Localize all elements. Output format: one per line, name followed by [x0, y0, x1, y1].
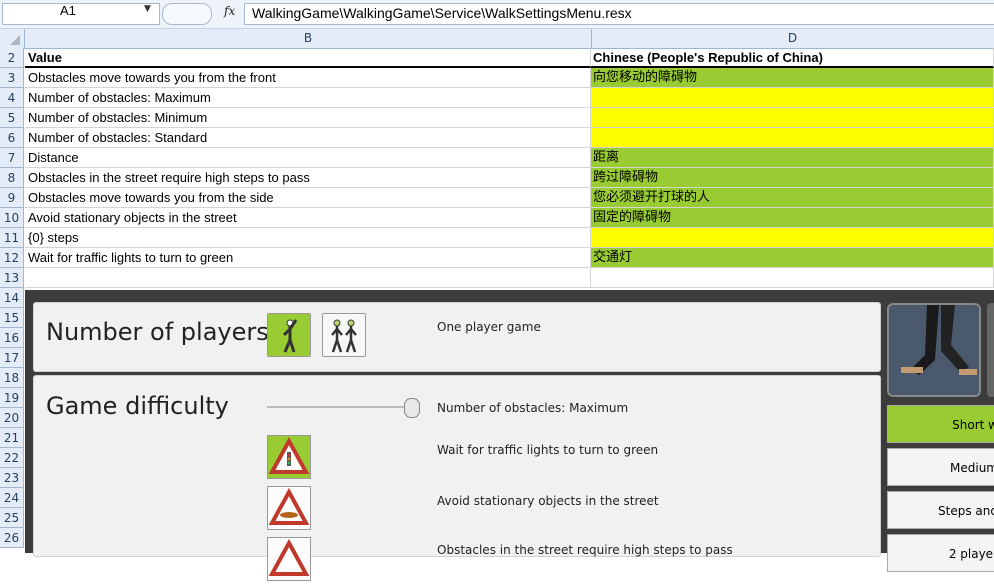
slider-label: Number of obstacles: Maximum	[437, 401, 629, 415]
walking-legs-icon	[889, 305, 979, 395]
difficulty-slider[interactable]	[267, 406, 415, 408]
chinese-cell[interactable]: 向您移动的障碍物	[591, 68, 994, 88]
row-header[interactable]: 22	[0, 448, 24, 468]
row-header[interactable]: 24	[0, 488, 24, 508]
chinese-cell[interactable]	[591, 268, 994, 288]
option-label-2: Avoid stationary objects in the street	[437, 494, 659, 508]
value-cell[interactable]: {0} steps	[25, 228, 591, 248]
formula-text: WalkingGame\WalkingGame\Service\WalkSett…	[252, 5, 632, 21]
row-header[interactable]: 10	[0, 208, 24, 228]
row-header[interactable]: 9	[0, 188, 24, 208]
column-header-b[interactable]: B	[25, 29, 592, 48]
row-header[interactable]: 23	[0, 468, 24, 488]
header-cell-value[interactable]: Value	[25, 48, 591, 68]
option-label-1: Wait for traffic lights to turn to green	[437, 443, 659, 457]
two-player-mode-button[interactable]: 2 player	[887, 534, 994, 572]
players-description: One player game	[437, 320, 541, 334]
row-header[interactable]: 20	[0, 408, 24, 428]
name-box-value: A1	[60, 3, 76, 18]
two-players-button[interactable]	[322, 313, 366, 357]
name-box-dropdown-icon[interactable]: ▼	[144, 4, 151, 14]
chinese-cell[interactable]	[591, 108, 994, 128]
chinese-cell[interactable]: 固定的障碍物	[591, 208, 994, 228]
select-all-icon	[10, 35, 20, 45]
high-steps-option[interactable]	[267, 537, 311, 581]
value-cell[interactable]: Obstacles in the street require high ste…	[25, 168, 591, 188]
steps-button[interactable]: Steps and	[887, 491, 994, 529]
insert-function-icon[interactable]: fx	[224, 4, 235, 18]
chinese-cell[interactable]: 跨过障碍物	[591, 168, 994, 188]
difficulty-slider-thumb[interactable]	[404, 398, 420, 418]
value-cell[interactable]: Wait for traffic lights to turn to green	[25, 248, 591, 268]
value-cell[interactable]: Distance	[25, 148, 591, 168]
traffic-light-option[interactable]	[267, 435, 311, 479]
row-header[interactable]: 25	[0, 508, 24, 528]
formula-bar-handle[interactable]	[162, 3, 212, 25]
row-header[interactable]: 18	[0, 368, 24, 388]
value-cell[interactable]: Avoid stationary objects in the street	[25, 208, 591, 228]
value-cell[interactable]: Number of obstacles: Minimum	[25, 108, 591, 128]
value-cell[interactable]: Number of obstacles: Standard	[25, 128, 591, 148]
chinese-cell[interactable]	[591, 88, 994, 108]
next-thumbnail[interactable]	[987, 303, 994, 397]
row-header[interactable]: 11	[0, 228, 24, 248]
chinese-cell[interactable]: 交通灯	[591, 248, 994, 268]
row-header[interactable]: 5	[0, 108, 24, 128]
name-box[interactable]	[2, 3, 160, 25]
row-header[interactable]: 21	[0, 428, 24, 448]
one-player-button[interactable]	[267, 313, 311, 357]
row-header[interactable]: 26	[0, 528, 24, 548]
row-header[interactable]: 14	[0, 288, 24, 308]
row-header[interactable]: 13	[0, 268, 24, 288]
value-cell[interactable]: Obstacles move towards you from the fron…	[25, 68, 591, 88]
row-header[interactable]: 2	[0, 48, 24, 68]
option-label-3: Obstacles in the street require high ste…	[437, 543, 733, 557]
row-header[interactable]: 8	[0, 168, 24, 188]
one-player-icon	[282, 319, 298, 353]
row-header[interactable]: 12	[0, 248, 24, 268]
value-cell[interactable]	[25, 268, 591, 288]
high-step-warning-icon	[268, 538, 310, 576]
value-cell[interactable]: Obstacles move towards you from the side	[25, 188, 591, 208]
medium-walk-button[interactable]: Medium	[887, 448, 994, 486]
chinese-cell[interactable]: 距离	[591, 148, 994, 168]
row-header[interactable]: 4	[0, 88, 24, 108]
value-cell[interactable]: Number of obstacles: Maximum	[25, 88, 591, 108]
stationary-objects-option[interactable]	[267, 486, 311, 530]
row-header[interactable]: 3	[0, 68, 24, 88]
row-header[interactable]: 17	[0, 348, 24, 368]
chinese-cell[interactable]	[591, 228, 994, 248]
difficulty-title: Game difficulty	[46, 392, 229, 420]
walking-thumbnail[interactable]	[887, 303, 981, 397]
column-header-d[interactable]: D	[591, 29, 994, 48]
row-header[interactable]: 6	[0, 128, 24, 148]
row-header[interactable]: 19	[0, 388, 24, 408]
traffic-light-warning-icon	[268, 436, 310, 474]
players-title: Number of players	[46, 318, 269, 346]
row-header[interactable]: 7	[0, 148, 24, 168]
chinese-cell[interactable]	[591, 128, 994, 148]
chinese-cell[interactable]: 您必须避开打球的人	[591, 188, 994, 208]
two-players-icon	[331, 319, 357, 353]
row-header[interactable]: 16	[0, 328, 24, 348]
row-header[interactable]: 15	[0, 308, 24, 328]
stationary-obstacle-warning-icon	[268, 487, 310, 525]
short-walk-button[interactable]: Short w	[887, 405, 994, 443]
header-cell-chinese[interactable]: Chinese (People's Republic of China)	[591, 48, 994, 68]
